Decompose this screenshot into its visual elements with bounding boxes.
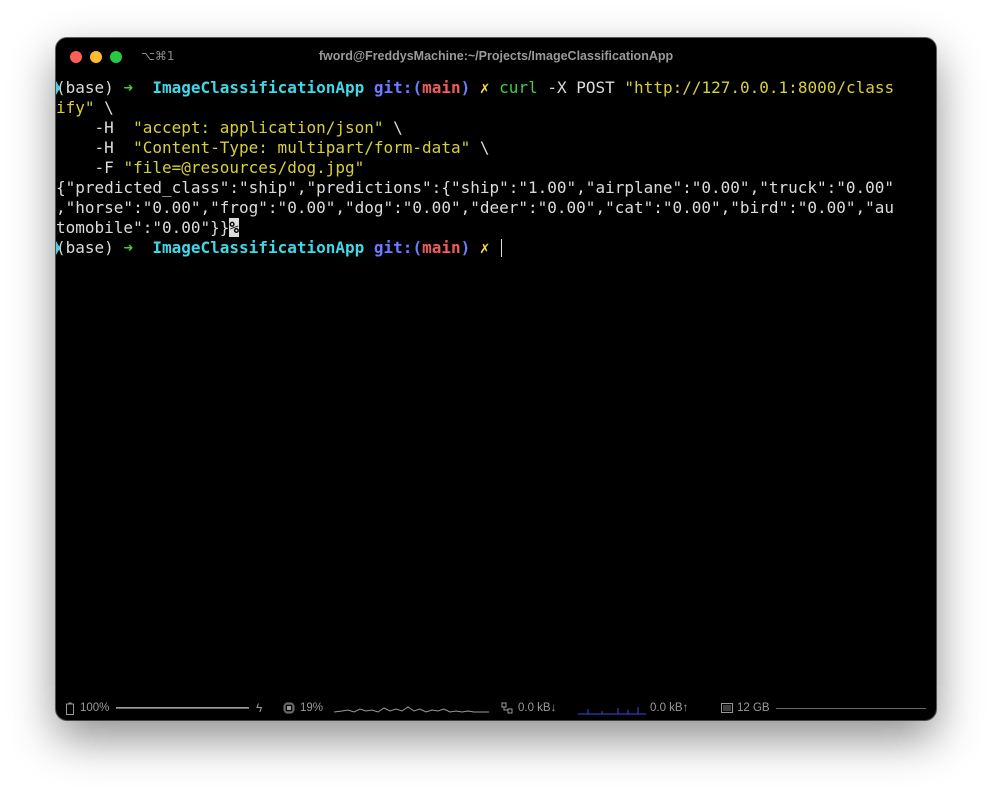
terminal-window: ⌥⌘1 fword@FreddysMachine:~/Projects/Imag…	[56, 38, 936, 720]
charging-icon: ϟ	[256, 701, 263, 715]
cpu-icon	[283, 702, 295, 714]
current-directory: ImageClassificationApp	[152, 238, 365, 257]
accept-header: "accept: application/json"	[133, 118, 384, 137]
title-bar[interactable]: ⌥⌘1 fword@FreddysMachine:~/Projects/Imag…	[56, 38, 936, 76]
git-label: git:(	[373, 238, 423, 257]
prompt-line: (base) ➜ ImageClassificationApp git:(mai…	[56, 78, 934, 98]
prompt-marker-icon	[56, 241, 60, 255]
current-directory: ImageClassificationApp	[152, 78, 365, 97]
output-line-2: ,"horse":"0.00","frog":"0.00","dog":"0.0…	[56, 198, 895, 217]
command-program: curl	[499, 78, 538, 97]
git-branch: main	[422, 78, 461, 97]
prompt-arrow-icon: ➜	[123, 238, 134, 257]
terminal-output[interactable]: (base) ➜ ImageClassificationApp git:(mai…	[56, 78, 934, 258]
header-flag: -H	[94, 138, 114, 157]
memory-icon	[721, 703, 733, 713]
header-flag: -H	[94, 118, 114, 137]
git-label-close: )	[460, 78, 471, 97]
text-cursor	[501, 239, 503, 257]
line-continuation: \	[393, 118, 403, 137]
prompt-arrow-icon: ➜	[123, 78, 134, 97]
network-graph	[578, 707, 646, 715]
memory-bar	[776, 708, 926, 709]
network-download: 0.0 kB↓	[518, 702, 557, 714]
prompt-line-current[interactable]: (base) ➜ ImageClassificationApp git:(mai…	[56, 238, 934, 258]
file-argument: "file=@resources/dog.jpg"	[123, 158, 365, 177]
battery-bar	[116, 707, 249, 709]
prompt-marker-icon	[56, 81, 60, 95]
battery-icon	[66, 702, 74, 715]
command-line-3: -H "accept: application/json" \	[56, 118, 934, 138]
cpu-percent: 19%	[300, 702, 324, 714]
output-line-3-text: tomobile":"0.00"}}	[56, 218, 230, 237]
network-upload: 0.0 kB↑	[650, 702, 689, 714]
battery-percent: 100%	[80, 702, 110, 714]
dirty-indicator-icon: ✗	[479, 78, 490, 97]
output-line-3: tomobile":"0.00"}}%	[56, 218, 934, 238]
dirty-indicator-icon: ✗	[479, 238, 490, 257]
git-label-close: )	[460, 238, 471, 257]
network-icon	[501, 702, 513, 714]
conda-env: (base)	[56, 238, 114, 257]
git-label: git:(	[373, 78, 423, 97]
git-branch: main	[422, 238, 461, 257]
command-url: "http://127.0.0.1:8000/class	[624, 78, 895, 97]
command-line-4: -H "Content-Type: multipart/form-data" \	[56, 138, 934, 158]
command-args: -X POST	[547, 78, 615, 97]
content-type-header: "Content-Type: multipart/form-data"	[133, 138, 471, 157]
battery-bar-fill	[116, 707, 249, 708]
no-newline-marker: %	[229, 218, 240, 237]
line-continuation: \	[479, 138, 490, 157]
conda-env: (base)	[56, 78, 114, 97]
command-line-5: -F "file=@resources/dog.jpg"	[56, 158, 934, 178]
window-title: fword@FreddysMachine:~/Projects/ImageCla…	[318, 49, 674, 63]
command-url-cont: ify"	[56, 98, 95, 117]
cpu-graph	[334, 706, 489, 713]
file-flag: -F	[94, 158, 114, 177]
line-continuation: \	[104, 98, 114, 117]
output-line-1: {"predicted_class":"ship","predictions":…	[56, 178, 895, 197]
command-line-2: ify" \	[56, 98, 934, 118]
status-bar: 100% ϟ 19% 0.0 kB↓ 0.0 kB↑ 12 GB	[56, 698, 936, 720]
memory-used: 12 GB	[737, 702, 770, 714]
